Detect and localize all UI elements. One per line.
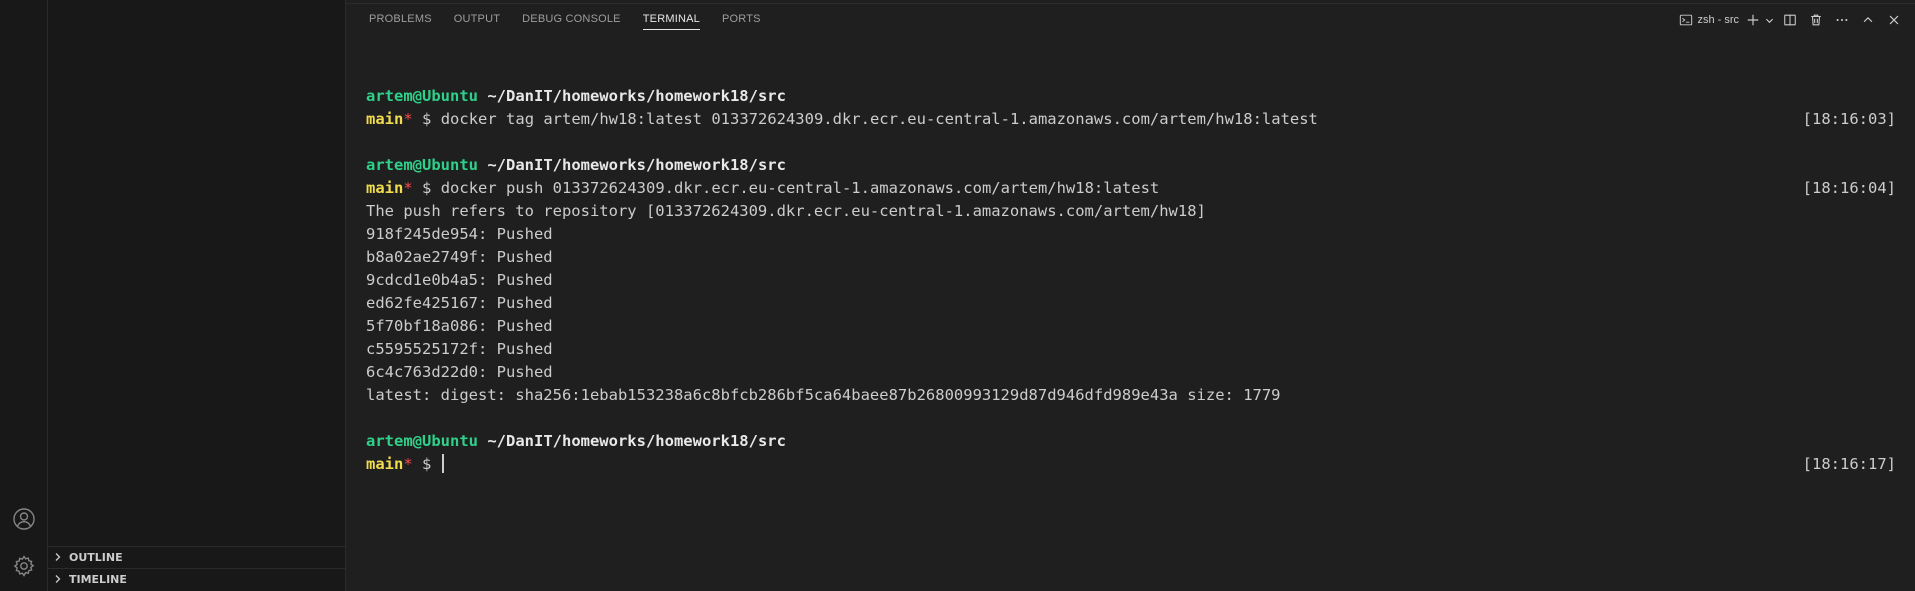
- prompt-path: ~/DanIT/homeworks/homework18/src: [487, 156, 786, 174]
- dirty-mark: *: [403, 110, 413, 128]
- chevron-up-icon: [1863, 17, 1873, 23]
- timeline-label: TIMELINE: [69, 573, 127, 586]
- dirty-mark: *: [403, 179, 413, 197]
- account-icon[interactable]: [12, 507, 36, 531]
- more-actions-button[interactable]: [1831, 10, 1853, 30]
- output-line: 9cdcd1e0b4a5: Pushed: [366, 271, 553, 289]
- split-icon: [1784, 14, 1796, 26]
- command-line: main* $ docker push 013372624309.dkr.ecr…: [366, 177, 1896, 200]
- prompt-symbol: $: [422, 110, 432, 128]
- output-line: c5595525172f: Pushed: [366, 340, 553, 358]
- panel-actions: zsh - src: [1679, 10, 1905, 30]
- new-terminal-button[interactable]: [1745, 10, 1761, 30]
- prompt-line: artem@Ubuntu ~/DanIT/homeworks/homework1…: [366, 430, 1896, 453]
- terminal-cursor: [441, 454, 444, 473]
- git-branch: main: [366, 110, 404, 128]
- tab-output[interactable]: OUTPUT: [443, 10, 511, 34]
- bottom-panel: PROBLEMS OUTPUT DEBUG CONSOLE TERMINAL P…: [346, 0, 1915, 591]
- chevron-down-icon: [1765, 18, 1774, 23]
- tab-ports[interactable]: PORTS: [711, 10, 772, 34]
- chevron-right-icon: [53, 569, 69, 590]
- git-branch: main: [366, 179, 404, 197]
- panel-tabs: PROBLEMS OUTPUT DEBUG CONSOLE TERMINAL P…: [358, 10, 772, 34]
- prompt-user: artem@Ubuntu: [366, 87, 478, 105]
- timestamp: [18:16:17]: [1802, 455, 1896, 473]
- output-line: 5f70bf18a086: Pushed: [366, 317, 553, 335]
- trash-icon: [1811, 14, 1821, 26]
- prompt-path: ~/DanIT/homeworks/homework18/src: [487, 432, 786, 450]
- outline-label: OUTLINE: [69, 551, 123, 564]
- side-bar: OUTLINE TIMELINE: [48, 0, 346, 591]
- dirty-mark: *: [403, 455, 413, 473]
- split-terminal-button[interactable]: [1779, 10, 1801, 30]
- terminal-output[interactable]: artem@Ubuntu ~/DanIT/homeworks/homework1…: [366, 62, 1896, 476]
- output-line: ed62fe425167: Pushed: [366, 294, 553, 312]
- prompt-symbol: $: [422, 179, 432, 197]
- plus-icon: [1747, 14, 1759, 26]
- timestamp: [18:16:03]: [1802, 110, 1896, 128]
- output-line: b8a02ae2749f: Pushed: [366, 248, 553, 266]
- prompt-line: artem@Ubuntu ~/DanIT/homeworks/homework1…: [366, 85, 1896, 108]
- git-branch: main: [366, 455, 404, 473]
- command-text: docker push 013372624309.dkr.ecr.eu-cent…: [440, 179, 1160, 197]
- output-line: latest: digest: sha256:1ebab153238a6c8bf…: [366, 386, 1281, 404]
- prompt-line: artem@Ubuntu ~/DanIT/homeworks/homework1…: [366, 154, 1896, 177]
- editor-edge: [346, 0, 1915, 4]
- terminal-name: zsh - src: [1697, 14, 1739, 26]
- command-text: docker tag artem/hw18:latest 01337262430…: [440, 110, 1318, 128]
- prompt-path: ~/DanIT/homeworks/homework18/src: [487, 87, 786, 105]
- tab-debug-console[interactable]: DEBUG CONSOLE: [511, 10, 632, 34]
- close-icon: [1889, 15, 1899, 25]
- maximize-panel-button[interactable]: [1857, 10, 1879, 30]
- terminal-icon: [1680, 14, 1693, 26]
- close-panel-button[interactable]: [1883, 10, 1905, 30]
- command-line: main* $ [18:16:17]: [366, 453, 1896, 476]
- prompt-user: artem@Ubuntu: [366, 156, 478, 174]
- prompt-symbol: $: [422, 455, 432, 473]
- tab-problems[interactable]: PROBLEMS: [358, 10, 443, 34]
- new-terminal-dropdown[interactable]: [1765, 10, 1775, 30]
- tab-terminal[interactable]: TERMINAL: [632, 10, 711, 34]
- outline-section[interactable]: OUTLINE: [48, 546, 346, 568]
- chevron-right-icon: [53, 547, 69, 568]
- kill-terminal-button[interactable]: [1805, 10, 1827, 30]
- command-line: main* $ docker tag artem/hw18:latest 013…: [366, 108, 1896, 131]
- ellipsis-icon: [1836, 18, 1848, 22]
- terminal-selector[interactable]: zsh - src: [1679, 13, 1739, 27]
- gear-icon[interactable]: [12, 554, 36, 578]
- prompt-user: artem@Ubuntu: [366, 432, 478, 450]
- output-line: 6c4c763d22d0: Pushed: [366, 363, 553, 381]
- output-line: 918f245de954: Pushed: [366, 225, 553, 243]
- activity-bar: [0, 0, 48, 591]
- output-line: The push refers to repository [013372624…: [366, 202, 1206, 220]
- timeline-section[interactable]: TIMELINE: [48, 568, 346, 590]
- timestamp: [18:16:04]: [1802, 179, 1896, 197]
